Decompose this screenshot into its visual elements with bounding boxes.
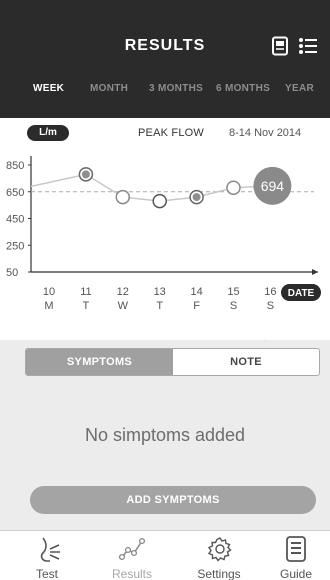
tab-year[interactable]: YEAR	[285, 83, 314, 94]
x-tick-weekday: W	[118, 300, 129, 312]
data-point-fill	[192, 193, 201, 202]
bottom-nav: Test Results Settings Guide	[0, 530, 330, 580]
x-tick-weekday: S	[230, 300, 237, 312]
lungs-icon	[40, 537, 60, 562]
guide-icon	[286, 536, 306, 562]
period-tabs: WEEK MONTH 3 MONTHS 6 MONTHS YEAR	[0, 83, 330, 97]
symptoms-note-toggle: SYMPTOMS NOTE	[25, 348, 320, 376]
data-point	[152, 193, 167, 209]
highlight-value: 694	[261, 178, 285, 194]
add-symptoms-button[interactable]: ADD SYMPTOMS	[30, 486, 316, 514]
x-tick-day: 11	[80, 286, 91, 298]
data-point	[226, 180, 241, 195]
empty-symptoms-message: No simptoms added	[84, 425, 246, 445]
x-axis-arrow	[312, 269, 318, 275]
results-screen: RESULTS WEEK MONTH 3 MONTHS 6 MONTHS YEA…	[0, 0, 330, 580]
nav-results-label: Results	[111, 567, 152, 580]
data-point-fill	[81, 170, 90, 179]
x-tick-day: 16	[264, 286, 276, 298]
tab-3-months[interactable]: 3 MONTHS	[149, 83, 203, 94]
peak-flow-chart: 850 650 450 250 50 694 10 M 11 T 12 W 13 T 14 F 15 S 16 S…	[6, 156, 321, 340]
header-bar: RESULTS WEEK MONTH 3 MONTHS 6 MONTHS YEA…	[0, 0, 330, 118]
x-tick-day: 14	[190, 286, 202, 298]
nav-results[interactable]: Results	[90, 531, 174, 580]
nav-settings-label: Settings	[197, 567, 241, 580]
document-icon[interactable]	[270, 36, 290, 56]
x-tick-day: 10	[43, 286, 55, 298]
y-tick-label: 50	[6, 267, 18, 279]
x-tick-weekday: F	[193, 300, 200, 312]
y-tick-label: 650	[6, 187, 24, 199]
symptoms-tab[interactable]: SYMPTOMS	[26, 349, 173, 375]
x-tick-weekday: M	[44, 300, 53, 312]
data-point	[115, 189, 131, 205]
x-tick-day: 15	[227, 286, 239, 298]
nav-guide-label: Guide	[279, 567, 313, 580]
nav-guide[interactable]: Guide	[262, 531, 330, 580]
nav-test[interactable]: Test	[8, 531, 86, 580]
tab-6-months[interactable]: 6 MONTHS	[216, 83, 270, 94]
x-tick-day: 12	[117, 286, 129, 298]
nav-settings[interactable]: Settings	[178, 531, 260, 580]
x-tick-weekday: T	[156, 300, 163, 312]
y-tick-label: 250	[6, 240, 24, 252]
y-tick-label: 450	[6, 214, 24, 226]
x-tick-day: 13	[154, 286, 166, 298]
x-tick-weekday: T	[83, 300, 90, 312]
date-button-label: DATE	[288, 288, 315, 299]
tab-month[interactable]: MONTH	[90, 83, 128, 94]
tab-week[interactable]: WEEK	[33, 83, 64, 94]
nav-test-label: Test	[35, 567, 58, 580]
note-tab[interactable]: NOTE	[173, 349, 319, 375]
chart-icon	[119, 537, 146, 561]
list-icon[interactable]	[298, 36, 318, 56]
gear-icon	[207, 537, 232, 562]
y-tick-label: 850	[6, 160, 24, 172]
x-tick-weekday: S	[267, 300, 274, 312]
